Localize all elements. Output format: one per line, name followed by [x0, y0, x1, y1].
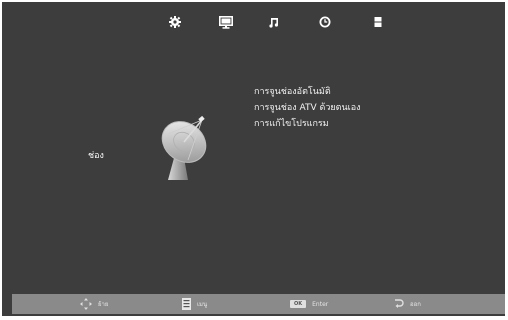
channel-menu-list: การจูนช่องอัตโนมัติ การจูนช่อง ATV ด้วยต… [254, 84, 361, 132]
hint-menu-label: เมนู [197, 301, 208, 308]
menu-item-auto-tuning[interactable]: การจูนช่องอัตโนมัติ [254, 84, 361, 100]
exit-arrow-icon [395, 299, 404, 308]
direction-pad-icon [80, 298, 92, 310]
hint-enter: OK Enter [290, 294, 328, 314]
channel-section-label: ช่อง [88, 151, 104, 161]
hint-exit: ออก [394, 294, 421, 314]
menu-item-atv-manual-tuning[interactable]: การจูนช่อง ATV ด้วยตนเอง [254, 100, 361, 116]
picture-tab[interactable] [216, 12, 236, 32]
clock-icon [319, 16, 331, 28]
hint-move-label: ย้าย [98, 301, 109, 308]
satellite-dish-icon [161, 115, 207, 180]
hint-enter-label: Enter [312, 300, 329, 308]
menu-item-program-edit[interactable]: การแก้ไขโปรแกรม [254, 116, 361, 132]
sound-tab[interactable] [264, 12, 284, 32]
lock-tab[interactable] [368, 12, 388, 32]
lock-icon [374, 17, 382, 27]
ok-key-badge: OK [290, 300, 307, 308]
time-tab[interactable] [315, 12, 335, 32]
tv-menu-screen: ช่อง การจูนช่องอัตโนมัติ การจูนช่อง ATV … [2, 2, 505, 316]
hint-menu: เมนู [182, 294, 207, 314]
gear-icon [169, 16, 181, 28]
top-menu-bar [2, 12, 505, 32]
music-note-icon [269, 17, 278, 28]
bottom-hint-bar: ย้าย เมนู OK Enter ออก [12, 294, 505, 314]
settings-tab[interactable] [165, 12, 185, 32]
menu-list-icon [182, 298, 191, 310]
hint-move: ย้าย [80, 294, 108, 314]
hint-exit-label: ออก [410, 301, 421, 308]
monitor-icon [219, 15, 233, 29]
